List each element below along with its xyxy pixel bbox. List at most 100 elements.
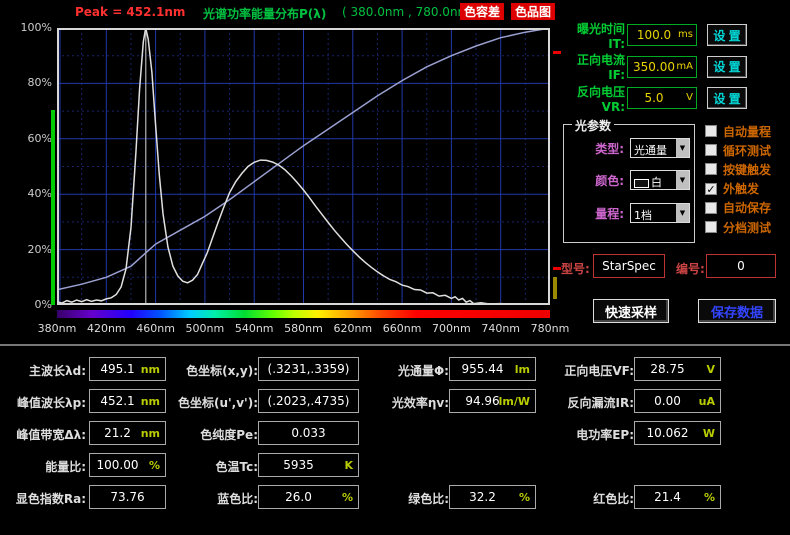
y-tick-label: 100%	[2, 21, 52, 34]
setting-row: 正向电流IF: 350.00 mA 设 置	[561, 56, 789, 78]
model-field[interactable]: StarSpec	[593, 254, 665, 278]
measurement-value-field: 0.033	[258, 421, 359, 445]
mode-checkbox[interactable]: 自动量程	[705, 122, 771, 140]
set-button[interactable]: 设 置	[707, 24, 747, 46]
measurement-value-field: (.2023,.4735)	[258, 389, 359, 413]
setting-value-field[interactable]: 5.0 V	[627, 87, 697, 109]
range-label: 量程:	[595, 205, 624, 222]
serial-label: 编号:	[676, 260, 705, 277]
panel-divider	[0, 344, 790, 346]
x-tick-label: 660nm	[378, 322, 426, 335]
checkbox-icon[interactable]	[705, 125, 717, 137]
measurement-label: 绿色比:	[408, 490, 449, 507]
color-tolerance-button[interactable]: 色容差	[460, 3, 504, 20]
measurement-label: 蓝色比:	[217, 490, 258, 507]
chevron-down-icon[interactable]: ▼	[676, 139, 689, 157]
measurement-label: 色坐标(u',v'):	[178, 394, 258, 411]
measurement-value: 10.062	[635, 426, 700, 440]
quick-sample-button[interactable]: 快速采样	[593, 299, 669, 323]
measurement-unit: %	[342, 491, 353, 504]
checkbox-icon[interactable]	[705, 221, 717, 233]
set-button[interactable]: 设 置	[707, 56, 747, 78]
mode-checkbox[interactable]: 分档测试	[705, 218, 771, 236]
mode-checkbox[interactable]: ✓ 外触发	[705, 180, 759, 198]
measurement-value: 21.2	[90, 426, 145, 440]
chromaticity-diagram-button[interactable]: 色品图	[511, 3, 555, 20]
chevron-down-icon[interactable]: ▼	[676, 171, 689, 189]
measurement-label: 峰值波长λp:	[17, 394, 86, 411]
checkbox-icon[interactable]	[705, 163, 717, 175]
measurement-value-field: 100.00%	[89, 453, 166, 477]
measurement-label: 显色指数Ra:	[16, 490, 86, 507]
checkbox-icon[interactable]: ✓	[705, 183, 717, 195]
measurement-value: 28.75	[635, 362, 700, 376]
y-tick-label: 40%	[2, 187, 52, 200]
measurement-value: 73.76	[90, 490, 165, 504]
measurement-label: 能量比:	[45, 458, 86, 475]
spectral-distribution-chart	[57, 28, 550, 305]
checkbox-icon[interactable]	[705, 202, 717, 214]
color-dropdown[interactable]: 白 ▼	[630, 170, 690, 190]
x-tick-label: 420nm	[82, 322, 130, 335]
checkbox-icon[interactable]	[705, 144, 717, 156]
setting-value-field[interactable]: 350.00 mA	[627, 56, 697, 78]
measurement-value-field: 5935K	[258, 453, 359, 477]
type-dropdown[interactable]: 光通量 ▼	[630, 138, 690, 158]
x-tick-label: 460nm	[132, 322, 180, 335]
measurement-label: 光通量Φ:	[398, 362, 449, 379]
spectrometer-app: Peak = 452.1nm 光谱功率能量分布P(λ) ( 380.0nm , …	[0, 0, 790, 535]
right-marker-bottom	[553, 267, 561, 270]
type-value: 光通量	[634, 142, 667, 158]
x-tick-label: 780nm	[526, 322, 574, 335]
mode-checkbox[interactable]: 自动保存	[705, 199, 771, 217]
measurement-unit: lm/W	[499, 395, 530, 408]
x-tick-label: 580nm	[280, 322, 328, 335]
range-dropdown[interactable]: 1档 ▼	[630, 203, 690, 223]
x-tick-label: 500nm	[181, 322, 229, 335]
right-marker-top	[553, 51, 561, 54]
measurement-value: 0.033	[259, 426, 358, 440]
chevron-down-icon[interactable]: ▼	[676, 204, 689, 222]
measurement-label: 电功率EP:	[576, 426, 634, 443]
measurement-unit: W	[703, 427, 715, 440]
checkbox-label: 外触发	[723, 180, 759, 197]
x-tick-label: 700nm	[427, 322, 475, 335]
measurement-value-field: 26.0%	[258, 485, 359, 509]
setting-row: 曝光时间IT: 100.0 ms 设 置	[561, 24, 789, 46]
setting-label: 正向电流IF:	[561, 51, 625, 82]
setting-value-field[interactable]: 100.0 ms	[627, 24, 697, 46]
measurement-value: 32.2	[450, 490, 515, 504]
setting-value: 100.0	[628, 28, 680, 42]
checkbox-label: 循环测试	[723, 142, 771, 159]
measurement-label: 正向电压VF:	[564, 362, 634, 379]
mode-checkbox[interactable]: 按键触发	[705, 160, 771, 178]
serial-field[interactable]: 0	[706, 254, 776, 278]
checkbox-label: 自动保存	[723, 199, 771, 216]
mode-checkbox[interactable]: 循环测试	[705, 141, 771, 159]
measurement-value: 955.44	[450, 362, 515, 376]
measurement-unit: V	[706, 363, 715, 376]
y-tick-label: 20%	[2, 243, 52, 256]
range-value: 1档	[634, 207, 652, 223]
y-tick-label: 80%	[2, 76, 52, 89]
measurement-label: 色坐标(x,y):	[186, 362, 258, 379]
save-data-button[interactable]: 保存数据	[698, 299, 776, 323]
color-value: 白	[634, 174, 662, 190]
measurement-label: 主波长λd:	[29, 362, 86, 379]
measurement-value: 26.0	[259, 490, 338, 504]
set-button[interactable]: 设 置	[707, 87, 747, 109]
measurement-unit: %	[519, 491, 530, 504]
x-tick-label: 380nm	[33, 322, 81, 335]
setting-label: 曝光时间IT:	[561, 20, 625, 51]
peak-wavelength-readout: Peak = 452.1nm	[75, 5, 185, 19]
spectrum-gradient-bar	[57, 310, 550, 318]
setting-value: 5.0	[628, 91, 680, 105]
measurement-label: 光效率ηv:	[392, 394, 449, 411]
group-title: 光参数	[572, 117, 614, 134]
y-tick-label: 60%	[2, 132, 52, 145]
measurement-label: 色纯度Pe:	[200, 426, 258, 443]
wavelength-range-label: ( 380.0nm , 780.0nm )	[342, 5, 478, 19]
model-label: 型号:	[561, 260, 590, 277]
measurement-unit: nm	[141, 395, 160, 408]
chart-title: 光谱功率能量分布P(λ)	[203, 5, 326, 22]
